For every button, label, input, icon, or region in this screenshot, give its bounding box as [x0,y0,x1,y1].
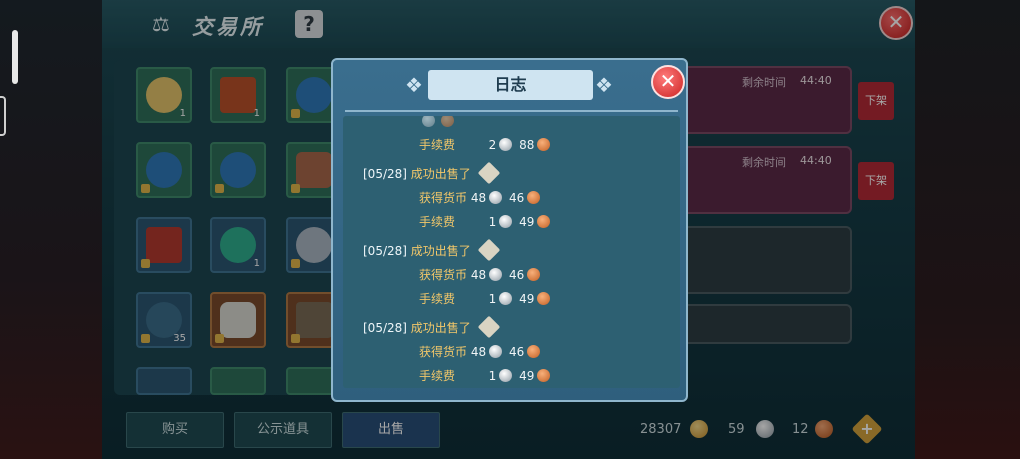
log-sale-line: [05/28] 成功出售了 [363,161,503,185]
log-earn-line: 获得货币 48 46 [419,189,543,206]
copper-coin-icon [537,369,551,382]
log-fee-line: 手续费 1 49 [419,290,553,307]
ornament-right-icon: ❖ [595,73,613,97]
sold-item-icon [477,315,500,339]
log-header: ❖ 日志 ❖ ✕ [333,60,686,106]
log-partial-line [419,116,457,128]
copper-coin-icon [527,345,541,358]
sold-item-icon [477,238,500,262]
log-title: 日志 [494,75,527,94]
left-system-bar [0,0,102,459]
silver-coin-icon [499,215,513,228]
log-sale-line: [05/28] 成功出售了 [363,238,503,262]
log-divider [345,110,678,112]
log-earn-line: 获得货币 48 46 [419,266,543,283]
copper-coin-icon [441,116,454,127]
log-fee-line: 手续费 1 49 [419,213,553,230]
log-sale-line: [05/28] 成功出售了 [363,315,503,339]
copper-coin-icon [527,191,541,204]
silver-coin-icon [499,369,513,382]
silver-coin-icon [489,268,503,281]
log-fee-line: 手续费 2 88 [419,136,553,153]
log-earn-line: 获得货币 48 46 [419,343,543,360]
right-system-bar [915,0,1020,459]
ornament-left-icon: ❖ [405,73,423,97]
silver-coin-icon [499,138,513,151]
log-dialog: ❖ 日志 ❖ ✕ 手续费 2 88 [05/28] 成功出售了 获得货币 48 … [331,58,688,402]
side-handle[interactable] [0,96,6,136]
silver-coin-icon [489,345,503,358]
copper-coin-icon [537,292,551,305]
silver-coin-icon [422,116,435,127]
log-fee-line: 手续费 1 49 [419,367,553,384]
silver-coin-icon [499,292,513,305]
status-pill [12,30,18,84]
copper-coin-icon [537,138,551,151]
silver-coin-icon [489,191,503,204]
sold-item-icon [477,161,500,185]
close-log-button[interactable]: ✕ [651,65,685,99]
copper-coin-icon [537,215,551,228]
copper-coin-icon [527,268,541,281]
log-list[interactable]: 手续费 2 88 [05/28] 成功出售了 获得货币 48 46 手续费 1 … [343,116,680,388]
